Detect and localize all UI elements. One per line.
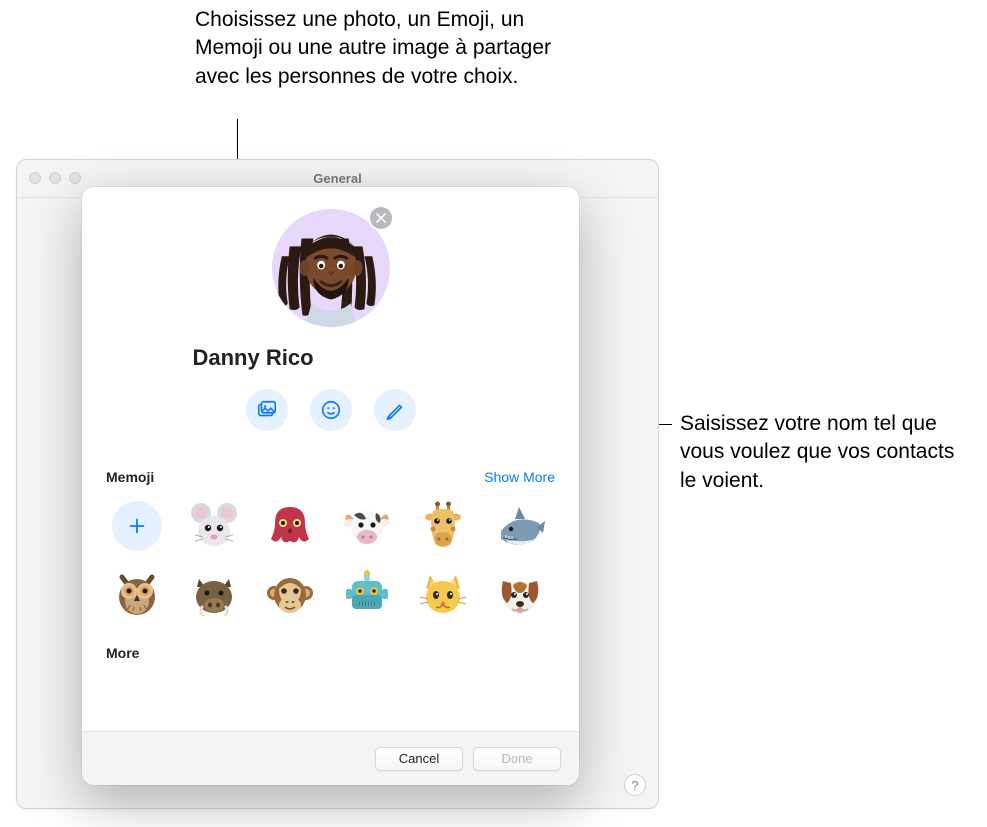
memoji-monkey[interactable]	[259, 565, 321, 623]
name-field[interactable]: Danny Rico	[191, 341, 471, 375]
cancel-button[interactable]: Cancel	[375, 747, 463, 771]
dog-icon	[495, 569, 545, 619]
giraffe-icon	[418, 501, 468, 551]
memoji-grid	[106, 497, 555, 623]
memoji-robot[interactable]	[336, 565, 398, 623]
minimize-window-icon[interactable]	[49, 172, 61, 184]
zoom-window-icon[interactable]	[69, 172, 81, 184]
show-more-link[interactable]: Show More	[484, 469, 555, 485]
close-icon	[376, 213, 386, 223]
photos-icon	[256, 399, 278, 421]
memoji-shark[interactable]	[489, 497, 551, 555]
memoji-avatar-image	[272, 209, 390, 327]
monkey-icon	[265, 569, 315, 619]
close-window-icon[interactable]	[29, 172, 41, 184]
robot-icon	[342, 569, 392, 619]
profile-avatar[interactable]	[272, 209, 390, 327]
callout-top: Choisissez une photo, un Emoji, un Memoj…	[195, 6, 555, 91]
memoji-octopus[interactable]	[259, 497, 321, 555]
edit-button[interactable]	[374, 389, 416, 431]
photos-button[interactable]	[246, 389, 288, 431]
help-button[interactable]: ?	[624, 774, 646, 796]
cow-icon	[342, 501, 392, 551]
sheet-footer: Cancel Done	[82, 731, 579, 785]
boar-icon	[189, 569, 239, 619]
emoji-button[interactable]	[310, 389, 352, 431]
shark-icon	[495, 501, 545, 551]
mouse-icon	[189, 501, 239, 551]
memoji-giraffe[interactable]	[412, 497, 474, 555]
more-section-title: More	[82, 645, 579, 661]
add-memoji-button[interactable]	[106, 497, 168, 555]
memoji-boar[interactable]	[183, 565, 245, 623]
emoji-icon	[320, 399, 342, 421]
memoji-cat[interactable]	[412, 565, 474, 623]
clear-avatar-button[interactable]	[370, 207, 392, 229]
callout-right: Saisissez votre nom tel que vous voulez …	[680, 410, 970, 495]
done-button[interactable]: Done	[473, 747, 561, 771]
memoji-mouse[interactable]	[183, 497, 245, 555]
window-title: General	[313, 171, 361, 186]
share-name-photo-sheet: Danny Rico	[82, 187, 579, 785]
octopus-icon	[265, 501, 315, 551]
pencil-icon	[384, 399, 406, 421]
memoji-dog[interactable]	[489, 565, 551, 623]
cat-icon	[418, 569, 468, 619]
plus-icon	[126, 515, 148, 537]
memoji-section: Memoji Show More	[82, 469, 579, 623]
memoji-owl[interactable]	[106, 565, 168, 623]
memoji-title: Memoji	[106, 469, 154, 485]
memoji-cow[interactable]	[336, 497, 398, 555]
traffic-lights[interactable]	[29, 172, 81, 184]
owl-icon	[112, 569, 162, 619]
